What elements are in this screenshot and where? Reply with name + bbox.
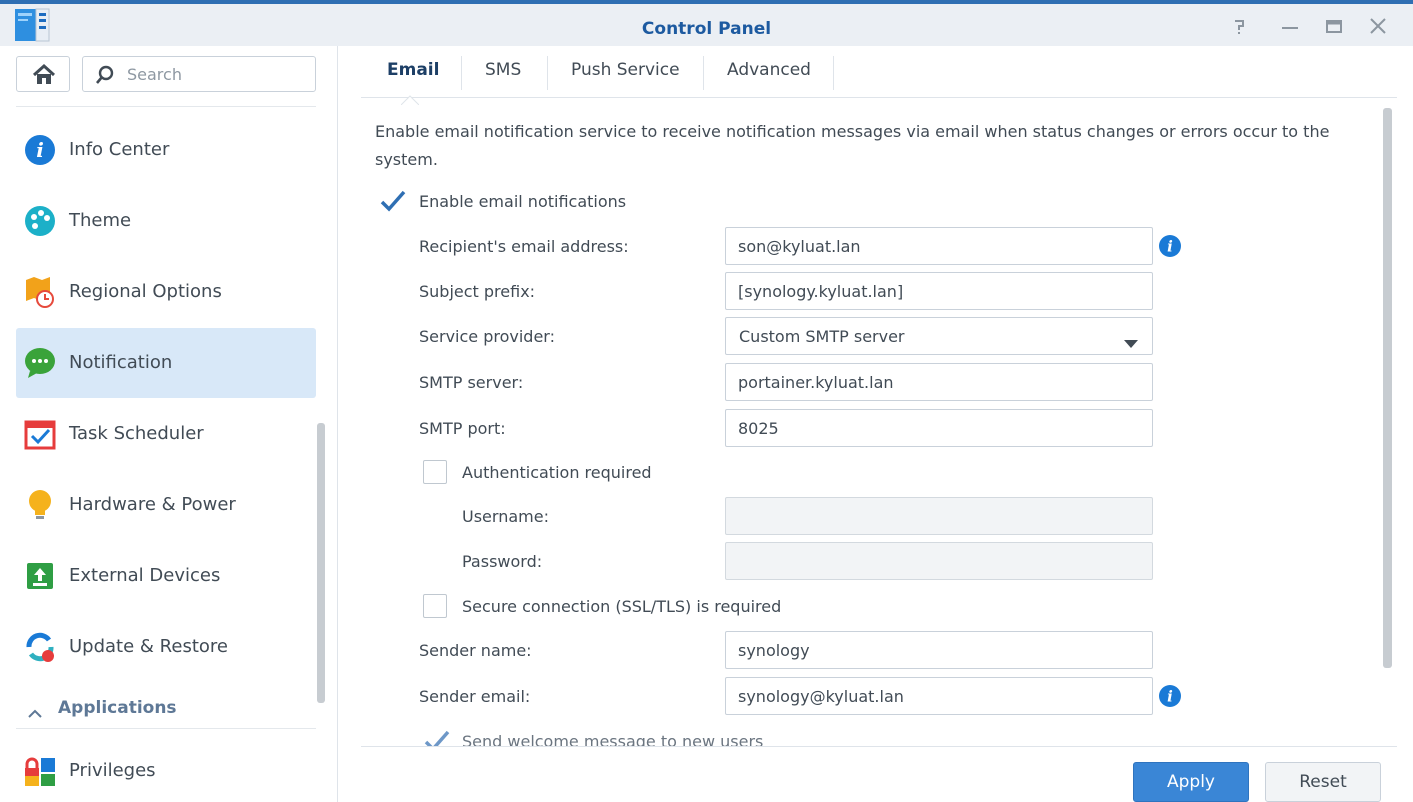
tab-bar: Email SMS Push Service Advanced (361, 46, 1397, 106)
password-label: Password: (462, 552, 543, 571)
service-provider-select[interactable]: Custom SMTP server (725, 317, 1153, 355)
sidebar-item-label: Hardware & Power (69, 494, 236, 515)
sidebar-item-label: Update & Restore (69, 636, 228, 657)
apply-button[interactable]: Apply (1133, 762, 1249, 802)
sidebar-item-theme[interactable]: Theme (16, 186, 316, 256)
checkmark-icon (424, 730, 450, 746)
sidebar-scrollbar[interactable] (317, 423, 325, 703)
service-provider-value: Custom SMTP server (739, 327, 905, 346)
title-bar: Control Panel (0, 0, 1413, 46)
sidebar-item-hardware-power[interactable]: Hardware & Power (16, 470, 316, 540)
sidebar-divider (16, 106, 316, 107)
svg-text:i: i (1167, 238, 1173, 256)
external-devices-icon (24, 560, 56, 592)
sidebar-item-label: Notification (69, 352, 173, 373)
home-icon (32, 63, 56, 84)
tab-divider (833, 56, 834, 90)
window-title: Control Panel (641, 19, 772, 39)
sender-name-label: Sender name: (419, 641, 532, 660)
ssl-required-checkbox[interactable] (423, 594, 447, 618)
footer-divider (361, 746, 1397, 747)
enable-email-label: Enable email notifications (419, 192, 627, 211)
search-input[interactable] (127, 57, 307, 91)
sidebar-item-info-center[interactable]: i Info Center (16, 115, 316, 185)
sidebar-item-task-scheduler[interactable]: Task Scheduler (16, 399, 316, 469)
sidebar-item-label: Regional Options (69, 281, 222, 302)
sidebar-item-privileges[interactable]: Privileges (16, 736, 316, 802)
tab-sms[interactable]: SMS (485, 60, 521, 84)
help-icon[interactable] (1226, 12, 1254, 40)
tab-push-service[interactable]: Push Service (571, 60, 680, 84)
subject-prefix-label: Subject prefix: (419, 282, 536, 301)
tab-divider (461, 56, 462, 90)
username-label: Username: (462, 507, 549, 526)
close-icon[interactable] (1364, 12, 1392, 40)
sidebar-item-label: Task Scheduler (69, 423, 204, 444)
update-restore-icon (24, 631, 56, 663)
main-panel: Email SMS Push Service Advanced Enable e… (339, 46, 1413, 802)
smtp-server-label: SMTP server: (419, 373, 524, 392)
notification-chat-icon (24, 347, 56, 379)
sidebar-item-label: Privileges (69, 760, 156, 781)
home-button[interactable] (16, 56, 70, 92)
smtp-port-label: SMTP port: (419, 419, 506, 438)
welcome-row-clip: Send welcome message to new users (339, 726, 1399, 746)
info-center-icon: i (24, 134, 56, 166)
sender-email-label: Sender email: (419, 687, 531, 706)
theme-palette-icon (24, 205, 56, 237)
checkmark-icon (380, 190, 406, 212)
sidebar-item-label: Theme (69, 210, 132, 231)
sender-email-info-icon[interactable]: i (1158, 684, 1182, 708)
chevron-up-icon (28, 704, 42, 718)
regional-options-icon (24, 276, 56, 308)
svg-text:i: i (1167, 688, 1173, 706)
auth-required-label: Authentication required (462, 463, 652, 482)
tab-divider (703, 56, 704, 90)
lightbulb-icon (24, 489, 56, 521)
applications-section-header[interactable]: Applications (16, 694, 316, 726)
active-tab-caret-icon (400, 90, 420, 106)
sender-name-field[interactable] (725, 631, 1153, 669)
minimize-icon[interactable] (1276, 12, 1304, 40)
content-scrollbar[interactable] (1383, 108, 1392, 668)
welcome-message-checkbox[interactable] (423, 730, 450, 746)
sidebar: i Info Center Theme Regional Options Not… (0, 46, 338, 802)
recipient-email-field[interactable] (725, 227, 1153, 265)
sidebar-item-update-restore[interactable]: Update & Restore (16, 612, 316, 682)
enable-email-checkbox[interactable] (379, 190, 406, 214)
svg-text:i: i (36, 138, 44, 162)
email-description: Enable email notification service to rec… (375, 122, 1330, 169)
privileges-icon (24, 755, 56, 787)
password-field[interactable] (725, 542, 1153, 580)
tab-email[interactable]: Email (387, 60, 439, 84)
smtp-server-field[interactable] (725, 363, 1153, 401)
sender-email-field[interactable] (725, 677, 1153, 715)
search-icon (95, 65, 115, 85)
tab-divider (547, 56, 548, 90)
sidebar-item-external-devices[interactable]: External Devices (16, 541, 316, 611)
subject-prefix-field[interactable] (725, 272, 1153, 310)
section-label: Applications (58, 698, 177, 718)
tab-advanced[interactable]: Advanced (727, 60, 811, 84)
welcome-message-label: Send welcome message to new users (462, 732, 764, 746)
sidebar-item-label: External Devices (69, 565, 221, 586)
smtp-port-field[interactable] (725, 409, 1153, 447)
sidebar-item-regional-options[interactable]: Regional Options (16, 257, 316, 327)
recipient-info-icon[interactable]: i (1158, 234, 1182, 258)
sidebar-item-label: Info Center (69, 139, 170, 160)
ssl-required-label: Secure connection (SSL/TLS) is required (462, 597, 782, 616)
task-scheduler-icon (24, 418, 56, 450)
maximize-icon[interactable] (1320, 12, 1348, 40)
reset-button[interactable]: Reset (1265, 762, 1381, 802)
sidebar-item-notification[interactable]: Notification (16, 328, 316, 398)
search-box[interactable] (82, 56, 316, 92)
section-divider (16, 728, 316, 729)
auth-required-checkbox[interactable] (423, 460, 447, 484)
service-provider-label: Service provider: (419, 327, 555, 346)
dropdown-arrow-icon (1124, 333, 1138, 348)
username-field[interactable] (725, 497, 1153, 535)
recipient-label: Recipient's email address: (419, 237, 629, 256)
